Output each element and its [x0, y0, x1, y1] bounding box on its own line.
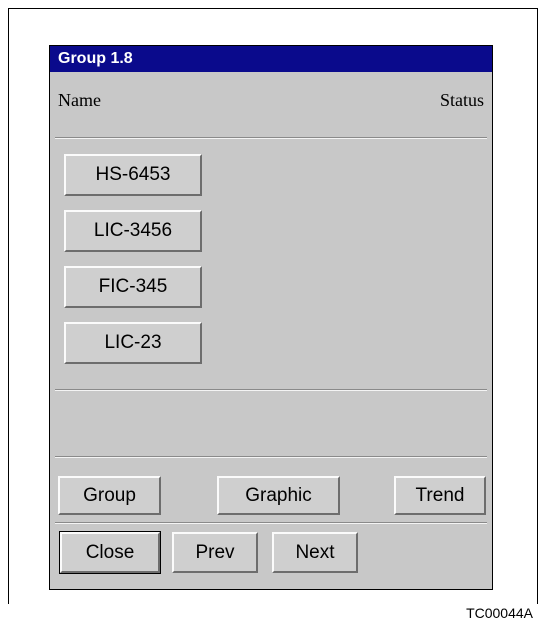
prev-button[interactable]: Prev [172, 532, 258, 573]
trend-button[interactable]: Trend [394, 476, 486, 515]
tag-button-fic-345[interactable]: FIC-345 [64, 266, 202, 308]
close-button[interactable]: Close [59, 531, 161, 574]
window-title: Group 1.8 [50, 46, 492, 72]
name-column-header: Name [58, 90, 101, 110]
header-divider [55, 137, 487, 139]
toolbar-divider [55, 522, 487, 524]
group-button[interactable]: Group [58, 476, 161, 515]
figure-code: TC00044A [466, 605, 533, 621]
blank-area-divider [55, 456, 487, 458]
list-divider [55, 389, 487, 391]
tag-button-hs-6453[interactable]: HS-6453 [64, 154, 202, 196]
tag-button-lic-3456[interactable]: LIC-3456 [64, 210, 202, 252]
status-column-header: Status [439, 90, 484, 110]
group-window: Group 1.8 Name Status HS-6453 LIC-3456 F… [49, 45, 493, 590]
graphic-button[interactable]: Graphic [217, 476, 340, 515]
next-button[interactable]: Next [272, 532, 358, 573]
tag-button-lic-23[interactable]: LIC-23 [64, 322, 202, 364]
